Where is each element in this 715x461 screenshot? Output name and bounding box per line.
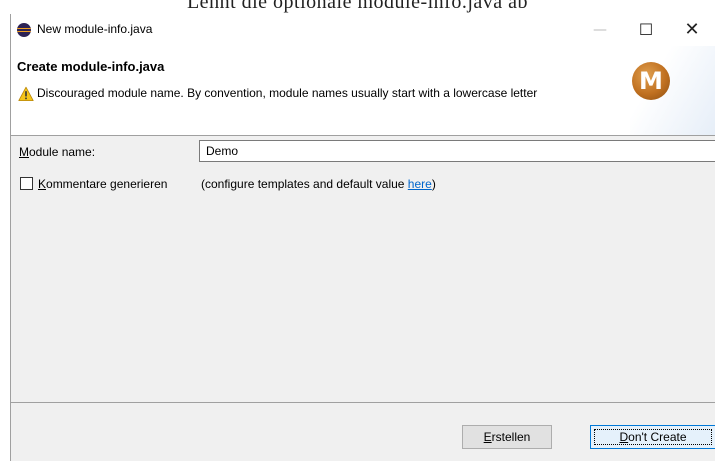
dont-create-mnemonic: D <box>619 430 629 444</box>
maximize-button[interactable]: ☐ <box>623 14 669 46</box>
caption-text: Lehnt die optionale module-info.java ab <box>186 0 529 13</box>
caption-strip: Lehnt die optionale module-info.java ab <box>0 0 715 14</box>
configure-templates-text: (configure templates and default value h… <box>201 177 436 191</box>
create-button[interactable]: Erstellen <box>462 425 552 449</box>
warning-icon <box>18 86 34 101</box>
comments-label-rest: ommentare generieren <box>46 177 168 191</box>
close-button[interactable]: ✕ <box>669 14 715 46</box>
configure-suffix: ) <box>431 177 436 191</box>
warning-message: Discouraged module name. By convention, … <box>37 86 538 100</box>
create-mnemonic: E <box>483 430 492 444</box>
dont-create-label-rest: on't Create <box>628 430 687 444</box>
module-logo-icon: M <box>632 62 670 100</box>
generate-comments-checkbox[interactable] <box>20 177 33 190</box>
banner-graphic: M <box>630 46 715 135</box>
window-title: New module-info.java <box>37 22 153 36</box>
module-name-mnemonic: M <box>19 145 29 159</box>
button-bar-separator <box>11 402 715 403</box>
header-banner: Create module-info.java Discouraged modu… <box>11 46 715 136</box>
create-label-rest: rstellen <box>491 430 531 444</box>
minimize-button[interactable]: — <box>577 14 623 46</box>
focus-rectangle: Don't Create <box>594 429 712 445</box>
dont-create-button[interactable]: Don't Create <box>590 425 715 449</box>
page-title: Create module-info.java <box>17 59 165 74</box>
eclipse-icon <box>17 23 31 37</box>
module-name-label: Module name: <box>19 145 95 159</box>
module-name-label-rest: odule name: <box>29 145 96 159</box>
title-bar[interactable]: New module-info.java — ☐ ✕ <box>11 14 715 46</box>
configure-link[interactable]: here <box>408 177 432 191</box>
configure-prefix: (configure templates and default value <box>201 177 408 191</box>
module-name-input[interactable] <box>199 140 715 162</box>
comments-mnemonic: K <box>38 177 47 191</box>
generate-comments-label[interactable]: Kommentare generieren <box>38 177 167 191</box>
dialog-window: New module-info.java — ☐ ✕ Create module… <box>10 14 715 461</box>
